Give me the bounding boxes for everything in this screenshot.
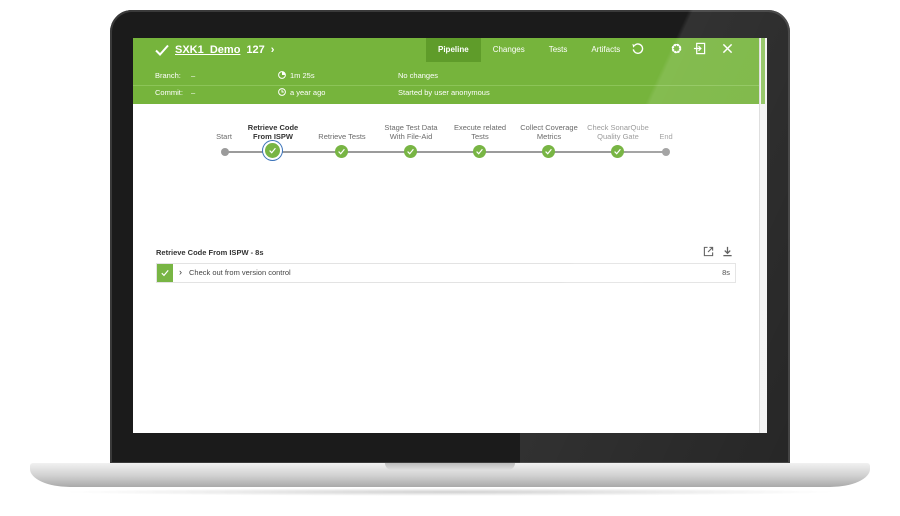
replay-icon[interactable]: [631, 42, 644, 55]
check-icon: [614, 148, 621, 155]
check-icon: [407, 148, 414, 155]
changes-summary: No changes: [398, 71, 439, 80]
close-icon[interactable]: [722, 43, 733, 54]
scrollbar-thumb[interactable]: [761, 38, 765, 104]
stage-node-end: [662, 148, 670, 156]
check-icon: [269, 147, 276, 154]
pipeline-graph: Start Retrieve Code From ISPW Retrieve Te…: [133, 110, 759, 170]
stage-label-retrieve-code[interactable]: Retrieve Code From ISPW: [238, 123, 308, 141]
stage-node-retrieve-tests[interactable]: [335, 145, 348, 158]
started-by: Started by user anonymous: [398, 88, 490, 97]
step-row[interactable]: › Check out from version control 8s: [156, 263, 736, 283]
step-panel-tools: [703, 246, 733, 257]
laptop-notch: [385, 463, 515, 470]
stage-node-start: [221, 148, 229, 156]
stage-label-execute-tests[interactable]: Execute related Tests: [445, 123, 515, 141]
check-icon: [338, 148, 345, 155]
tab-artifacts[interactable]: Artifacts: [579, 38, 632, 62]
download-icon[interactable]: [722, 246, 733, 257]
run-header: SXK1_Demo 127 › Pipeline Changes Tests A…: [133, 38, 759, 104]
header-actions: [631, 42, 733, 55]
chevron-right-icon[interactable]: ›: [179, 267, 182, 277]
tab-pipeline[interactable]: Pipeline: [426, 38, 481, 62]
commit-label: Commit:: [155, 88, 183, 97]
branch-label: Branch:: [155, 71, 181, 80]
clock-icon: [278, 88, 286, 96]
laptop-shadow: [60, 488, 840, 496]
stage-label-end: End: [659, 132, 673, 141]
chevron-right-icon[interactable]: ›: [271, 44, 275, 56]
duration-icon: [278, 71, 286, 79]
open-external-icon[interactable]: [703, 246, 714, 257]
stage-node-collect-coverage[interactable]: [542, 145, 555, 158]
step-panel-title: Retrieve Code From ISPW - 8s: [156, 248, 264, 257]
tab-changes[interactable]: Changes: [481, 38, 537, 62]
duration-value: 1m 25s: [290, 71, 315, 80]
laptop-screen: SXK1_Demo 127 › Pipeline Changes Tests A…: [133, 38, 767, 433]
check-icon: [161, 270, 169, 277]
branch-value: –: [191, 71, 196, 80]
stage-node-sonarqube[interactable]: [611, 145, 624, 158]
pipeline-name-link[interactable]: SXK1_Demo: [175, 44, 240, 56]
check-icon: [155, 44, 169, 56]
time-ago: a year ago: [290, 88, 326, 97]
run-info: Branch: – Commit: – 1m 25s a year ago No…: [133, 68, 759, 104]
step-duration: 8s: [722, 268, 730, 277]
stage-node-stage-test-data[interactable]: [404, 145, 417, 158]
info-divider: [133, 85, 759, 86]
run-tabs: Pipeline Changes Tests Artifacts: [426, 38, 632, 62]
pipeline-connector: [225, 151, 667, 153]
run-number: 127: [246, 44, 265, 56]
step-label: Check out from version control: [189, 268, 291, 277]
step-status-success: [157, 264, 173, 282]
stage-label-retrieve-tests[interactable]: Retrieve Tests: [307, 132, 377, 141]
exit-icon[interactable]: [693, 42, 706, 55]
stage-node-retrieve-code[interactable]: [265, 143, 280, 158]
check-icon: [545, 148, 552, 155]
stage-node-execute-tests[interactable]: [473, 145, 486, 158]
tab-tests[interactable]: Tests: [537, 38, 580, 62]
gear-icon[interactable]: [670, 42, 683, 55]
check-icon: [476, 148, 483, 155]
stage-label-collect-coverage[interactable]: Collect Coverage Metrics: [514, 123, 584, 141]
stage-label-stage-test-data[interactable]: Stage Test Data With File-Aid: [376, 123, 446, 141]
run-header-top: SXK1_Demo 127 › Pipeline Changes Tests A…: [133, 38, 759, 62]
run-title: SXK1_Demo 127 ›: [155, 44, 274, 56]
commit-value: –: [191, 88, 196, 97]
